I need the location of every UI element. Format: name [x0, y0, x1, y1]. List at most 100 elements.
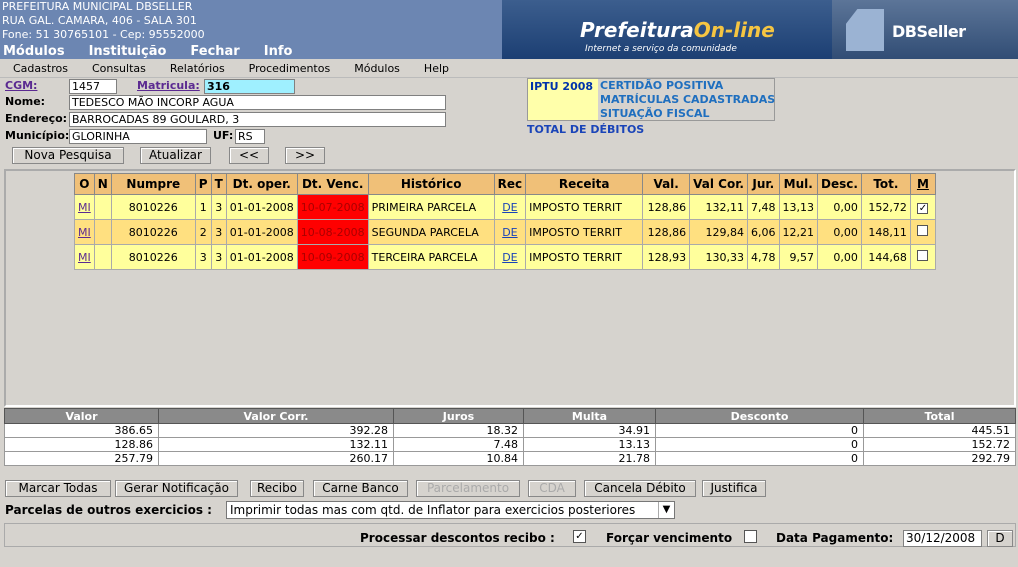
uf-field[interactable]: RS	[235, 129, 265, 144]
row-o-link[interactable]: MI	[78, 201, 91, 214]
matriculas-cadastradas-link[interactable]: MATRÍCULAS CADASTRADAS	[600, 93, 775, 106]
menu-instituicao[interactable]: Instituição	[89, 44, 167, 59]
col-m-label[interactable]: M	[917, 177, 929, 191]
col-t: T	[210, 173, 227, 195]
menu-modulos[interactable]: Módulos	[3, 44, 65, 59]
menu-modulos-2[interactable]: Módulos	[341, 60, 411, 77]
cda-button[interactable]: CDA	[528, 480, 576, 497]
matricula-field[interactable]: 316	[204, 79, 295, 94]
row-o-link[interactable]: MI	[78, 251, 91, 264]
summary-total: 445.51	[863, 423, 1016, 438]
total-debitos-link[interactable]: TOTAL DE DÉBITOS	[527, 123, 644, 136]
menu-consultas[interactable]: Consultas	[79, 60, 157, 77]
summary-valor-corr: 392.28	[158, 423, 394, 438]
cancela-debito-button[interactable]: Cancela Débito	[584, 480, 696, 497]
cgm-link[interactable]: CGM:	[5, 79, 37, 92]
chevron-down-icon[interactable]: ▼	[658, 502, 674, 518]
data-pagamento-field[interactable]: 30/12/2008	[903, 530, 982, 547]
marcar-todas-button[interactable]: Marcar Todas	[5, 480, 111, 497]
carne-banco-button[interactable]: Carne Banco	[313, 480, 408, 497]
row-o[interactable]: MI	[74, 194, 95, 220]
menu-info[interactable]: Info	[264, 44, 293, 59]
nome-label: Nome:	[5, 95, 46, 108]
menu-relatorios[interactable]: Relatórios	[157, 60, 236, 77]
certidao-positiva-link[interactable]: CERTIDÃO POSITIVA	[600, 79, 723, 92]
debts-table: O N Numpre P T Dt. oper. Dt. Venc. Histó…	[74, 173, 936, 270]
prefeitura-banner: PrefeituraOn-line Internet a serviço da …	[502, 0, 832, 59]
row-dt-oper: 01-01-2008	[225, 219, 298, 245]
col-mul: Mul.	[778, 173, 818, 195]
summary-multa: 34.91	[523, 423, 656, 438]
justifica-button[interactable]: Justifica	[702, 480, 766, 497]
cgm-field[interactable]: 1457	[69, 79, 117, 94]
info-panel: IPTU 2008 CERTIDÃO POSITIVA MATRÍCULAS C…	[527, 78, 775, 121]
row-historico: TERCEIRA PARCELA	[367, 244, 495, 270]
municipio-field[interactable]: GLORINHA	[69, 129, 207, 144]
summary-juros: 10.84	[393, 451, 524, 466]
forcar-vencimento-checkbox[interactable]	[744, 530, 757, 543]
dbseller-logo-icon	[846, 9, 884, 51]
menu-procedimentos[interactable]: Procedimentos	[236, 60, 342, 77]
col-val: Val.	[642, 173, 691, 195]
next-button[interactable]: >>	[285, 147, 325, 164]
processar-descontos-checkbox[interactable]: ✓	[573, 530, 586, 543]
row-val-cor: 130,33	[689, 244, 748, 270]
summary-total: 292.79	[863, 451, 1016, 466]
row-dt-oper: 01-01-2008	[225, 194, 298, 220]
row-rec-link[interactable]: DE	[502, 201, 517, 214]
row-select-checkbox[interactable]	[917, 225, 929, 236]
row-o[interactable]: MI	[74, 244, 95, 270]
row-dt-venc: 10-07-2008	[296, 194, 369, 220]
date-picker-button[interactable]: D	[987, 530, 1013, 547]
row-o[interactable]: MI	[74, 219, 95, 245]
debts-grid: O N Numpre P T Dt. oper. Dt. Venc. Histó…	[4, 169, 1016, 407]
col-p: P	[194, 173, 212, 195]
row-numpre: 8010226	[110, 244, 196, 270]
row-t: 3	[210, 244, 227, 270]
summary-valor: 386.65	[4, 423, 159, 438]
summary-desconto: 0	[655, 437, 864, 452]
table-row: MI 8010226 2 3 01-01-2008 10-08-2008 SEG…	[74, 219, 936, 245]
municipio-label: Município:	[5, 129, 70, 142]
menu-help[interactable]: Help	[411, 60, 460, 77]
summary-col-desconto: Desconto	[655, 408, 864, 424]
row-rec[interactable]: DE	[493, 244, 527, 270]
previous-button[interactable]: <<	[229, 147, 269, 164]
summary-col-valor-corr: Valor Corr.	[158, 408, 394, 424]
parcelas-select[interactable]: Imprimir todas mas com qtd. de Inflator …	[226, 501, 675, 519]
menu-cadastros[interactable]: Cadastros	[0, 60, 79, 77]
row-numpre: 8010226	[110, 219, 196, 245]
row-select-checkbox[interactable]: ✓	[917, 202, 929, 214]
parcelamento-button[interactable]: Parcelamento	[416, 480, 520, 497]
situacao-fiscal-link[interactable]: SITUAÇÃO FISCAL	[600, 107, 710, 120]
row-jur: 4,78	[747, 244, 780, 270]
gerar-notificacao-button[interactable]: Gerar Notificação	[115, 480, 238, 497]
row-rec[interactable]: DE	[493, 194, 527, 220]
recibo-button[interactable]: Recibo	[250, 480, 304, 497]
nova-pesquisa-button[interactable]: Nova Pesquisa	[12, 147, 124, 164]
row-rec-link[interactable]: DE	[502, 226, 517, 239]
col-historico: Histórico	[367, 173, 495, 195]
summary-multa: 13.13	[523, 437, 656, 452]
row-tot: 152,72	[860, 194, 911, 220]
row-rec-link[interactable]: DE	[502, 251, 517, 264]
matricula-link[interactable]: Matricula:	[137, 79, 200, 92]
row-mul: 9,57	[778, 244, 818, 270]
row-dt-venc: 10-08-2008	[296, 219, 369, 245]
org-name: PREFEITURA MUNICIPAL DBSELLER	[2, 0, 193, 13]
dbseller-logo: DBSeller	[832, 0, 1018, 59]
atualizar-button[interactable]: Atualizar	[140, 147, 211, 164]
summary-col-total: Total	[863, 408, 1016, 424]
debts-header-row: O N Numpre P T Dt. oper. Dt. Venc. Histó…	[74, 173, 936, 195]
row-o-link[interactable]: MI	[78, 226, 91, 239]
endereco-field[interactable]: BARROCADAS 89 GOULARD, 3	[69, 112, 446, 127]
summary-valor-corr: 132.11	[158, 437, 394, 452]
row-p: 3	[194, 244, 212, 270]
row-mul: 12,21	[778, 219, 818, 245]
col-m[interactable]: M	[909, 173, 936, 195]
row-rec[interactable]: DE	[493, 219, 527, 245]
nome-field[interactable]: TEDESCO MÃO INCORP AGUA	[69, 95, 446, 110]
row-t: 3	[210, 219, 227, 245]
row-select-checkbox[interactable]	[917, 250, 929, 261]
menu-fechar[interactable]: Fechar	[190, 44, 239, 59]
